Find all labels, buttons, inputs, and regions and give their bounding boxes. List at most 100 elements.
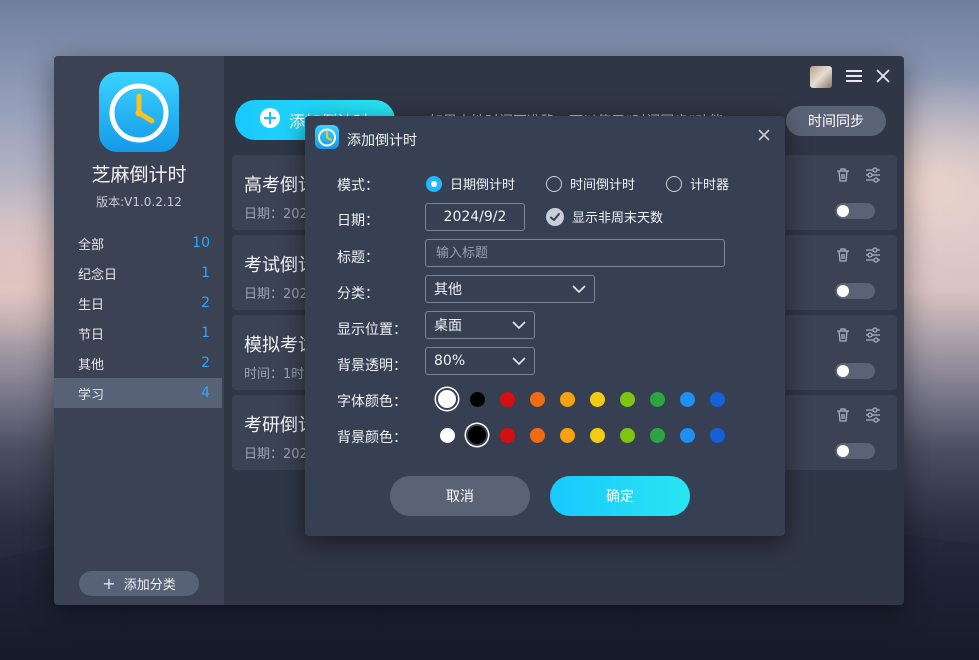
sidebar-item-label: 学习 <box>78 387 105 403</box>
color-swatch[interactable] <box>492 424 522 446</box>
color-swatch[interactable] <box>522 388 552 410</box>
card-subtitle: 时间：1时 <box>244 367 305 382</box>
chevron-down-icon <box>572 281 586 297</box>
check-icon <box>546 207 564 226</box>
title-input[interactable] <box>434 244 716 262</box>
card-tools <box>835 167 881 187</box>
opacity-select[interactable]: 80% <box>425 347 535 375</box>
color-swatch[interactable] <box>552 388 582 410</box>
sidebar-item-label: 节日 <box>78 327 105 343</box>
trash-icon[interactable] <box>835 247 851 267</box>
show-non-weekend-checkbox[interactable]: 显示非周末天数 <box>546 207 663 226</box>
trash-icon[interactable] <box>835 167 851 187</box>
sidebar-item-label: 纪念日 <box>78 267 118 283</box>
color-swatch[interactable] <box>582 424 612 446</box>
color-swatch[interactable] <box>432 388 462 410</box>
title-label: 标题： <box>337 250 379 266</box>
confirm-button[interactable]: 确定 <box>550 476 690 516</box>
settings-sliders-icon[interactable] <box>865 167 881 187</box>
color-swatch[interactable] <box>522 424 552 446</box>
sidebar-item-label: 其他 <box>78 357 105 373</box>
color-swatch[interactable] <box>552 424 582 446</box>
trash-icon[interactable] <box>835 327 851 347</box>
add-category-label: 添加分类 <box>123 578 176 593</box>
date-field[interactable]: 2024/9/2 <box>425 203 525 231</box>
sidebar-item-count: 2 <box>201 355 210 371</box>
bg-color-label: 背景颜色： <box>337 430 407 446</box>
sidebar-item-count: 4 <box>201 385 210 401</box>
trash-icon[interactable] <box>835 407 851 427</box>
mode-radio-time[interactable]: 时间倒计时 <box>546 174 635 193</box>
sidebar-item-holiday[interactable]: 节日 1 <box>54 318 222 348</box>
color-swatch[interactable] <box>642 388 672 410</box>
bg-color-palette <box>432 424 732 446</box>
sidebar-item-other[interactable]: 其他 2 <box>54 348 222 378</box>
close-icon[interactable] <box>755 126 773 144</box>
opacity-label: 背景透明： <box>337 358 407 374</box>
title-field <box>425 239 725 267</box>
time-sync-button[interactable]: 时间同步 <box>786 106 886 136</box>
category-value: 其他 <box>434 282 462 298</box>
mode-radio-date[interactable]: 日期倒计时 <box>426 174 515 193</box>
sidebar-item-anniversary[interactable]: 纪念日 1 <box>54 258 222 288</box>
sidebar: 芝麻倒计时 版本:V1.0.2.12 全部 10 纪念日 1 生日 2 节日 1… <box>54 56 224 605</box>
color-swatch[interactable] <box>582 388 612 410</box>
date-label: 日期： <box>337 213 379 229</box>
category-select[interactable]: 其他 <box>425 275 595 303</box>
color-swatch[interactable] <box>672 388 702 410</box>
color-swatch[interactable] <box>432 424 462 446</box>
add-category-button[interactable]: + 添加分类 <box>79 571 199 596</box>
font-color-palette <box>432 388 732 410</box>
menu-icon[interactable] <box>846 68 862 87</box>
radio-unselected-icon <box>666 175 682 192</box>
color-swatch[interactable] <box>612 388 642 410</box>
avatar[interactable] <box>810 66 832 88</box>
category-label: 分类： <box>337 286 379 302</box>
chevron-down-icon <box>512 353 526 369</box>
card-toggle[interactable] <box>835 443 875 459</box>
clock-icon <box>315 125 339 149</box>
color-swatch[interactable] <box>462 424 492 446</box>
card-tools <box>835 247 881 267</box>
dialog-title: 添加倒计时 <box>347 133 417 149</box>
sidebar-item-label: 生日 <box>78 297 105 313</box>
color-swatch[interactable] <box>702 424 732 446</box>
settings-sliders-icon[interactable] <box>865 247 881 267</box>
cancel-button[interactable]: 取消 <box>390 476 530 516</box>
position-select[interactable]: 桌面 <box>425 311 535 339</box>
sidebar-item-study[interactable]: 学习 4 <box>54 378 222 408</box>
card-toggle[interactable] <box>835 363 875 379</box>
radio-label: 时间倒计时 <box>570 178 636 193</box>
card-toggle[interactable] <box>835 283 875 299</box>
font-color-label: 字体颜色： <box>337 394 407 410</box>
settings-sliders-icon[interactable] <box>865 327 881 347</box>
card-subtitle: 日期：202 <box>244 447 308 462</box>
sidebar-item-label: 全部 <box>78 237 105 253</box>
radio-unselected-icon <box>546 175 562 192</box>
radio-label: 日期倒计时 <box>450 178 516 193</box>
color-swatch[interactable] <box>672 424 702 446</box>
mode-radio-timer[interactable]: 计时器 <box>666 174 729 193</box>
radio-label: 计时器 <box>690 178 730 193</box>
settings-sliders-icon[interactable] <box>865 407 881 427</box>
color-swatch[interactable] <box>702 388 732 410</box>
card-subtitle: 日期：202 <box>244 207 308 222</box>
window-controls <box>810 66 890 88</box>
sidebar-item-count: 1 <box>201 325 210 341</box>
app-logo-clock-icon <box>99 72 179 152</box>
color-swatch[interactable] <box>462 388 492 410</box>
sidebar-item-all[interactable]: 全部 10 <box>54 228 222 258</box>
checkbox-label: 显示非周末天数 <box>572 211 664 226</box>
card-toggle[interactable] <box>835 203 875 219</box>
add-countdown-dialog: 添加倒计时 模式： 日期倒计时 时间倒计时 计时器 日期： 2024/9/2 显… <box>305 116 785 536</box>
category-nav: 全部 10 纪念日 1 生日 2 节日 1 其他 2 学习 4 <box>54 228 222 408</box>
plus-circle-icon <box>259 107 281 133</box>
close-icon[interactable] <box>876 68 890 87</box>
card-tools <box>835 327 881 347</box>
sidebar-item-birthday[interactable]: 生日 2 <box>54 288 222 318</box>
position-label: 显示位置： <box>337 322 407 338</box>
color-swatch[interactable] <box>612 424 642 446</box>
color-swatch[interactable] <box>492 388 522 410</box>
mode-label: 模式： <box>337 178 379 194</box>
color-swatch[interactable] <box>642 424 672 446</box>
